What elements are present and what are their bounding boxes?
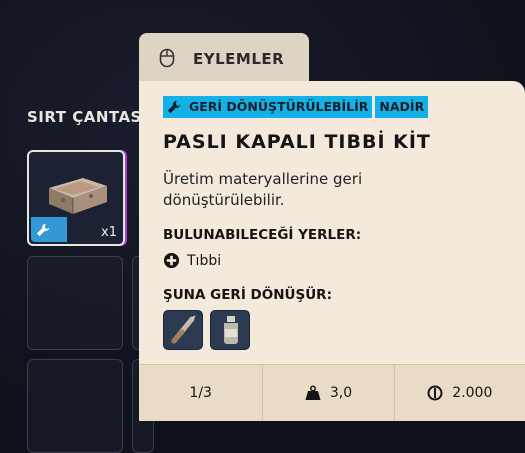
item-description: Üretim materyallerine geri dönüştürülebi… — [163, 170, 363, 209]
item-quantity: x1 — [101, 225, 117, 240]
actions-tab[interactable]: EYLEMLER — [139, 33, 309, 85]
tag-rarity-label: NADİR — [379, 99, 425, 114]
inventory-slot[interactable] — [27, 359, 123, 453]
tag-recyclable: GERİ DÖNÜŞTÜRÜLEBİLİR — [163, 96, 373, 118]
tag-recyclable-label: GERİ DÖNÜŞTÜRÜLEBİLİR — [189, 99, 369, 114]
medkit-box-icon — [49, 178, 107, 214]
antiseptic-bottle-icon — [224, 316, 238, 344]
coin-icon — [427, 385, 443, 401]
wrench-icon — [36, 223, 50, 237]
tag-rarity: NADİR — [375, 96, 429, 118]
recycle-item[interactable] — [210, 310, 250, 350]
syringe-icon — [171, 315, 196, 344]
item-stats-bar: 1/3 3,0 2.000 — [139, 364, 525, 421]
location-label: Tıbbi — [187, 252, 222, 269]
locations-heading: BULUNABILECEĞİ YERLER: — [163, 227, 362, 243]
item-name: PASLI KAPALI TIBBİ KİT — [163, 131, 431, 153]
backpack-title: SIRT ÇANTASI — [27, 108, 148, 126]
item-tooltip-card: GERİ DÖNÜŞTÜRÜLEBİLİR NADİR PASLI KAPALI… — [139, 81, 525, 421]
mouse-icon — [159, 48, 175, 68]
stack-size-value: 1/3 — [189, 385, 212, 401]
weight-icon — [305, 385, 321, 400]
item-weight-value: 3,0 — [329, 385, 353, 401]
item-weight: 3,0 — [263, 365, 395, 421]
backpack-grid: x1 — [0, 140, 154, 453]
item-value-amount: 2.000 — [452, 385, 493, 401]
inventory-slot[interactable] — [27, 256, 123, 350]
stack-size: 1/3 — [139, 365, 264, 421]
inventory-slot-selected[interactable]: x1 — [27, 150, 125, 246]
item-value: 2.000 — [395, 365, 525, 421]
actions-tab-label: EYLEMLER — [193, 50, 285, 68]
item-tags: GERİ DÖNÜŞTÜRÜLEBİLİR NADİR — [163, 96, 431, 118]
medical-cross-icon — [163, 252, 180, 269]
recycle-item[interactable] — [163, 310, 203, 350]
recycle-items — [163, 310, 257, 350]
location-item: Tıbbi — [163, 252, 221, 269]
recycle-heading: ŞUNA GERİ DÖNÜŞÜR: — [163, 287, 332, 303]
wrench-icon — [167, 100, 181, 114]
